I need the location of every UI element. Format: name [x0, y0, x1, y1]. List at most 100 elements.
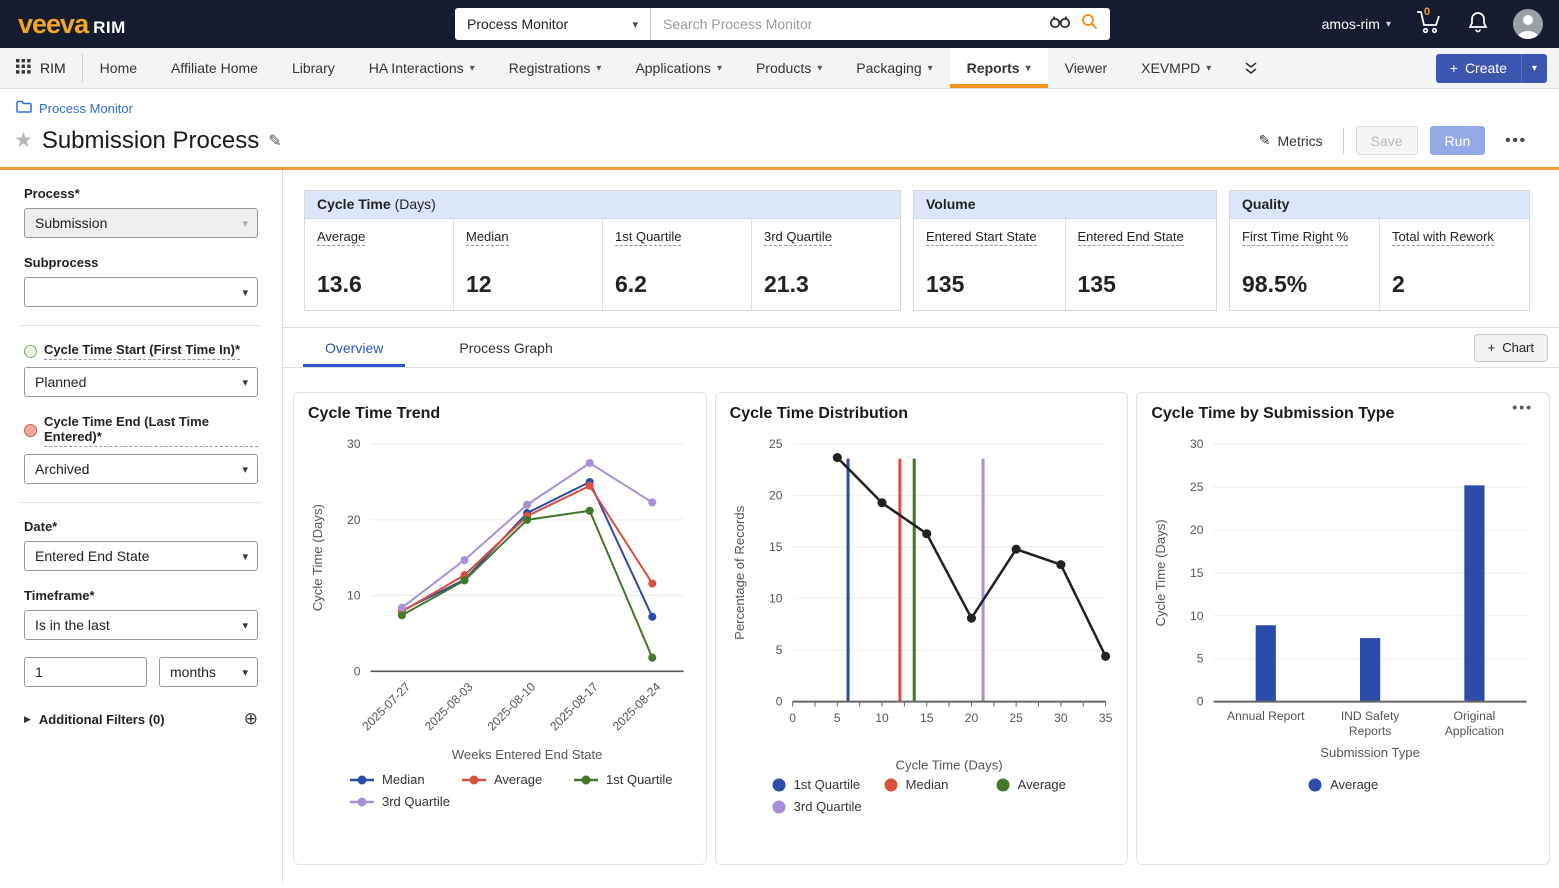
- chevron-down-icon: ▾: [632, 18, 638, 31]
- more-actions-button[interactable]: •••: [1497, 132, 1535, 149]
- timeframe-unit-select[interactable]: months ▾: [159, 657, 258, 687]
- chevron-down-icon: ▾: [1532, 63, 1537, 74]
- apps-grid-icon: [16, 59, 31, 77]
- timeframe-label: Timeframe*: [24, 588, 258, 603]
- add-chart-button[interactable]: + Chart: [1474, 334, 1548, 362]
- nav-item-ha-interactions[interactable]: HA Interactions▾: [352, 48, 492, 88]
- nav-item-applications[interactable]: Applications▾: [618, 48, 739, 88]
- divider: [20, 325, 262, 326]
- timeframe-number-input[interactable]: [24, 657, 147, 687]
- cycle-end-label: Cycle Time End (Last Time Entered)*: [44, 414, 258, 447]
- search-input[interactable]: [651, 8, 1049, 40]
- process-label: Process*: [24, 186, 258, 201]
- save-button[interactable]: Save: [1356, 126, 1418, 155]
- subprocess-select[interactable]: ▾: [24, 277, 258, 307]
- legend-marker: [574, 775, 598, 785]
- tab-overview[interactable]: Overview: [303, 328, 405, 367]
- svg-text:30: 30: [1190, 437, 1204, 451]
- tab-process-graph[interactable]: Process Graph: [437, 328, 574, 367]
- app-menu-rim[interactable]: RIM: [0, 54, 83, 82]
- subprocess-label: Subprocess: [24, 255, 258, 270]
- chart-cycle-time-trend: Cycle Time Trend 01020302025-07-272025-0…: [293, 392, 707, 865]
- chevron-down-icon: ▾: [242, 217, 248, 230]
- app-menu-label: RIM: [40, 60, 66, 76]
- nav-item-products[interactable]: Products▾: [739, 48, 839, 88]
- additional-filters-toggle[interactable]: ▶ Additional Filters (0) ⊕: [24, 709, 258, 729]
- chevron-down-icon: ▾: [928, 63, 933, 74]
- plus-icon: +: [1450, 60, 1458, 76]
- more-tabs-icon[interactable]: [1228, 48, 1274, 88]
- legend-marker: [1308, 778, 1322, 792]
- stat-card-volume: Volume Entered Start State 135 Entered E…: [913, 190, 1217, 311]
- legend-item: Average: [462, 772, 574, 787]
- chart-legend: 1st QuartileMedianAverage3rd Quartile: [772, 777, 1114, 814]
- veeva-logo-text: Veeva: [18, 11, 88, 38]
- process-select[interactable]: Submission ▾: [24, 208, 258, 238]
- svg-text:2025-08-10: 2025-08-10: [485, 680, 539, 734]
- stat-card-quality: Quality First Time Right % 98.5% Total w…: [1229, 190, 1530, 311]
- cycle-end-select[interactable]: Archived ▾: [24, 454, 258, 484]
- svg-text:10: 10: [347, 589, 361, 603]
- search-icon[interactable]: [1081, 13, 1098, 35]
- cycle-start-select[interactable]: Planned ▾: [24, 367, 258, 397]
- avatar[interactable]: [1513, 9, 1543, 39]
- search-scope-value: Process Monitor: [467, 16, 568, 32]
- svg-text:20: 20: [964, 711, 978, 725]
- chevron-down-icon: ▾: [242, 550, 248, 563]
- chart-title: Cycle Time Trend: [308, 405, 692, 423]
- nav-item-packaging[interactable]: Packaging▾: [839, 48, 949, 88]
- date-label: Date*: [24, 519, 258, 534]
- nav-item-xevmpd[interactable]: XEVMPD▾: [1124, 48, 1228, 88]
- svg-text:2025-08-17: 2025-08-17: [547, 680, 601, 734]
- svg-text:20: 20: [347, 513, 361, 527]
- timeframe-select[interactable]: Is in the last ▾: [24, 610, 258, 640]
- favorite-star-icon[interactable]: ★: [14, 128, 33, 153]
- svg-text:10: 10: [769, 592, 783, 606]
- svg-text:2025-08-03: 2025-08-03: [422, 680, 476, 734]
- nav-item-viewer[interactable]: Viewer: [1048, 48, 1125, 88]
- legend-item: 1st Quartile: [772, 777, 884, 792]
- plus-icon: +: [1488, 340, 1496, 355]
- chevron-down-icon: ▾: [817, 63, 822, 74]
- metrics-button[interactable]: ✎ Metrics: [1251, 128, 1331, 153]
- run-button[interactable]: Run: [1430, 126, 1486, 155]
- cart-button[interactable]: 0: [1415, 9, 1443, 40]
- nav-item-home[interactable]: Home: [83, 48, 154, 88]
- svg-text:20: 20: [1190, 523, 1204, 537]
- chart-legend: MedianAverage1st Quartile3rd Quartile: [350, 772, 692, 809]
- svg-text:15: 15: [1190, 566, 1204, 580]
- svg-text:0: 0: [354, 664, 361, 678]
- rim-logo-text: RIM: [93, 18, 126, 38]
- chevron-down-icon: ▾: [242, 619, 248, 632]
- svg-text:5: 5: [834, 711, 841, 725]
- svg-text:Cycle Time (Days): Cycle Time (Days): [310, 504, 325, 611]
- breadcrumb-label: Process Monitor: [39, 101, 133, 116]
- nav-item-registrations[interactable]: Registrations▾: [492, 48, 619, 88]
- breadcrumb[interactable]: Process Monitor: [0, 89, 133, 120]
- binoculars-icon[interactable]: [1049, 15, 1071, 34]
- chevron-down-icon: ▾: [717, 63, 722, 74]
- svg-text:30: 30: [1054, 711, 1068, 725]
- legend-item: 3rd Quartile: [350, 794, 462, 809]
- nav-item-affiliate-home[interactable]: Affiliate Home: [154, 48, 275, 88]
- chart-legend: Average: [1151, 777, 1535, 792]
- nav-item-reports[interactable]: Reports▾: [950, 48, 1048, 88]
- chevron-down-icon: ▾: [242, 286, 248, 299]
- svg-text:30: 30: [347, 437, 361, 451]
- nav-item-library[interactable]: Library: [275, 48, 352, 88]
- stat-total-with-rework: Total with Rework 2: [1380, 219, 1529, 310]
- legend-item: Average: [996, 777, 1108, 792]
- create-button[interactable]: + Create: [1436, 54, 1521, 83]
- chart-menu-button[interactable]: •••: [1512, 399, 1533, 415]
- chart-title: Cycle Time by Submission Type: [1151, 405, 1535, 423]
- stat-entered-start-state: Entered Start State 135: [914, 219, 1066, 310]
- edit-title-icon[interactable]: ✎: [268, 131, 281, 151]
- notifications-bell-icon[interactable]: [1467, 10, 1489, 39]
- svg-text:Reports: Reports: [1349, 724, 1391, 738]
- user-menu[interactable]: amos-rim ▾: [1322, 16, 1391, 32]
- search-scope-selector[interactable]: Process Monitor ▾: [455, 8, 651, 40]
- create-dropdown-button[interactable]: ▾: [1521, 54, 1547, 83]
- chevron-down-icon: ▾: [470, 63, 475, 74]
- add-filter-icon[interactable]: ⊕: [244, 709, 258, 729]
- date-select[interactable]: Entered End State ▾: [24, 541, 258, 571]
